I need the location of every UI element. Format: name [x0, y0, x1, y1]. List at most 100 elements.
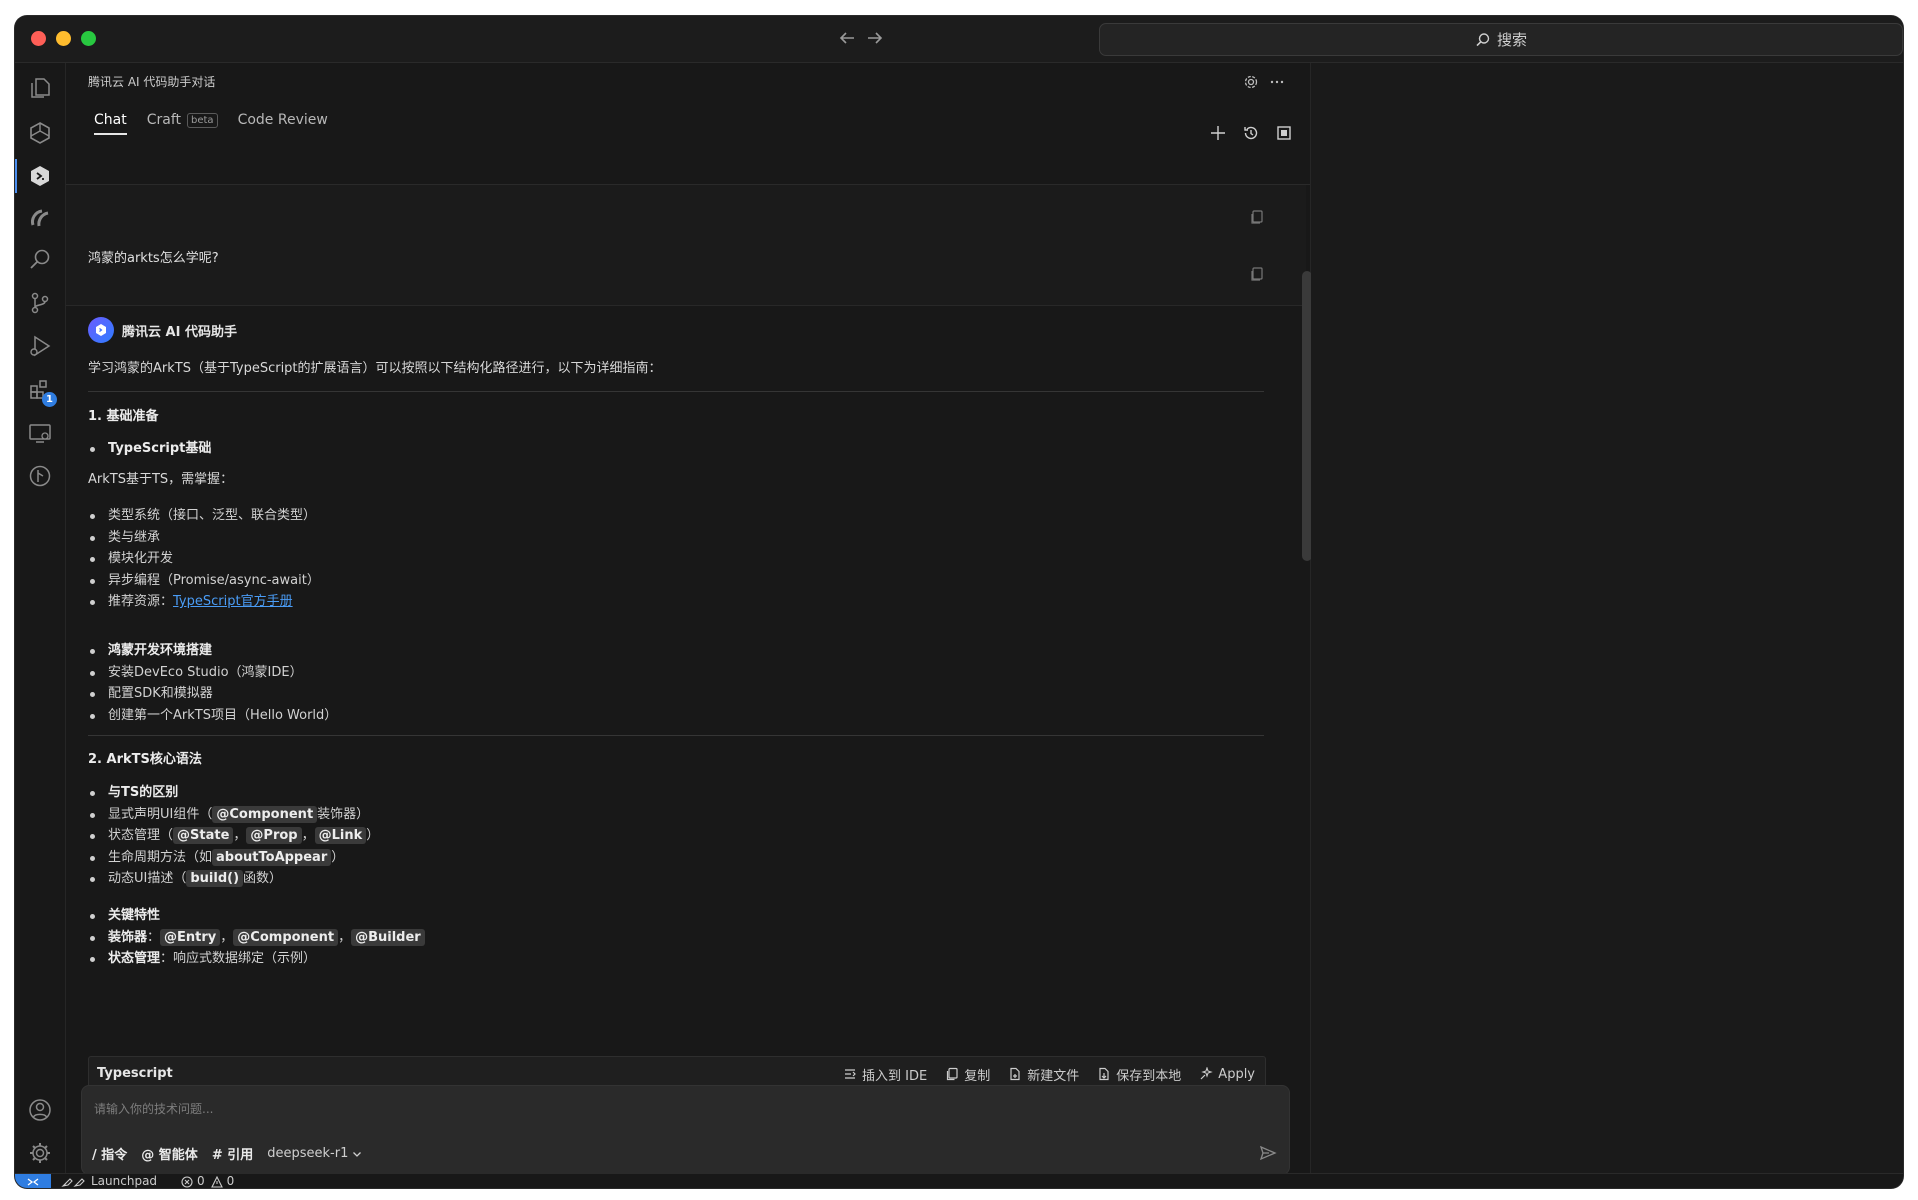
model-selector[interactable]: deepseek-r1 [267, 1146, 363, 1161]
user-question-text: 鸿蒙的arkts怎么学呢? [88, 251, 219, 266]
assistant-avatar [88, 317, 114, 343]
list-item: 生命周期方法（如 aboutToAppear） [88, 847, 379, 869]
maximize-window-button[interactable] [81, 31, 96, 46]
list-item: 动态UI描述（ build() 函数） [88, 868, 379, 890]
list-item-text: ：响应式数据绑定（示例） [160, 951, 317, 966]
list-item: TypeScript基础 [88, 438, 211, 460]
feature-label: 状态管理 [108, 951, 161, 966]
list-item: 异步编程（Promise/async-await） [88, 570, 320, 592]
list-item-text: 与TS的区别 [108, 785, 179, 800]
send-icon [1259, 1145, 1277, 1161]
list-item-text: 状态管理（ [108, 828, 174, 843]
tab-code-review-label: Code Review [237, 112, 328, 128]
extensions-badge: 1 [42, 392, 57, 407]
save-local-button[interactable]: 保存到本地 [1097, 1065, 1181, 1084]
new-file-label: 新建文件 [1027, 1068, 1080, 1084]
status-bar: Launchpad 0 0 [15, 1173, 1903, 1188]
list-item-text: 类型系统（接口、泛型、联合类型） [108, 508, 317, 523]
separator: ， [338, 929, 352, 945]
user-question-block: 鸿蒙的arkts怎么学呢? [66, 185, 1306, 306]
inline-code: @Component [212, 805, 318, 823]
remote-indicator[interactable] [15, 1174, 51, 1188]
new-file-button[interactable]: 新建文件 [1008, 1065, 1079, 1084]
copy-code-button[interactable]: 复制 [945, 1065, 990, 1084]
apply-label: Apply [1218, 1066, 1255, 1082]
separator: ， [301, 828, 315, 843]
remote-icon [27, 1177, 39, 1186]
assistant-answer: 腾讯云 AI 代码助手 学习鸿蒙的ArkTS（基于TypeScript的扩展语言… [88, 315, 1264, 966]
list-item-text: 关键特性 [108, 908, 161, 923]
error-icon [181, 1175, 193, 1188]
chat-tabs: Chat Craft beta Code Review [86, 105, 340, 135]
close-window-button[interactable] [31, 31, 46, 46]
list-item: 推荐资源：TypeScript官方手册 [88, 591, 320, 613]
activity-bar: 1 [15, 63, 66, 1173]
files-icon[interactable] [15, 63, 65, 113]
divider [88, 735, 1264, 736]
section-1-paragraph: ArkTS基于TS，需掌握： [88, 472, 234, 487]
run-debug-icon[interactable] [15, 321, 65, 371]
chevron-down-icon [353, 1151, 362, 1157]
warning-icon [210, 1175, 223, 1188]
tab-code-review[interactable]: Code Review [230, 105, 336, 135]
list-item-text: 装饰器） [317, 806, 370, 822]
list-item: 装饰器： @Entry， @Component， @Builder [88, 927, 425, 949]
send-button[interactable] [1257, 1142, 1279, 1164]
feature-label: 装饰器 [108, 929, 148, 945]
list-item-text: 异步编程（Promise/async-await） [108, 572, 320, 588]
insert-to-ide-label: 插入到 IDE [862, 1068, 928, 1084]
answer-intro: 学习鸿蒙的ArkTS（基于TypeScript的扩展语言）可以按照以下结构化路径… [88, 361, 662, 376]
problems-item[interactable]: 0 0 [181, 1174, 234, 1188]
insert-to-ide-button[interactable]: 插入到 IDE [843, 1065, 927, 1084]
new-file-icon [1010, 1067, 1020, 1081]
save-file-icon [1099, 1067, 1109, 1081]
command-search-box[interactable]: 搜索 [1099, 23, 1903, 56]
forward-arrow-icon[interactable] [863, 26, 887, 50]
divider [88, 391, 1264, 392]
separator: ： [147, 929, 161, 945]
warning-count: 0 [226, 1174, 235, 1188]
chat-input[interactable] [92, 1096, 1196, 1122]
assistant-name: 腾讯云 AI 代码助手 [122, 324, 237, 340]
list-item-text: 安装DevEco Studio（鸿蒙IDE） [108, 664, 303, 680]
manage-gear-icon[interactable] [15, 1128, 65, 1178]
list-item: 类型系统（接口、泛型、联合类型） [88, 505, 320, 527]
back-arrow-icon[interactable] [835, 26, 859, 50]
list-item: 安装DevEco Studio（鸿蒙IDE） [88, 662, 337, 684]
ts-topics-list: 类型系统（接口、泛型、联合类型） 类与继承 模块化开发 异步编程（Promise… [88, 505, 320, 613]
settings-gear-icon[interactable] [1240, 71, 1262, 93]
typescript-handbook-link[interactable]: TypeScript官方手册 [173, 594, 293, 609]
copy-icon[interactable] [1249, 266, 1267, 284]
separator: ， [233, 828, 247, 843]
inline-code: @Link [314, 827, 367, 844]
more-options-icon[interactable] [1266, 71, 1288, 93]
launchpad-item[interactable]: Launchpad [61, 1174, 157, 1188]
save-local-label: 保存到本地 [1116, 1068, 1182, 1084]
inline-code: aboutToAppear [212, 848, 332, 866]
reference-button[interactable]: # 引用 [212, 1144, 253, 1163]
inline-code: @Builder [351, 928, 425, 946]
apply-button[interactable]: Apply [1199, 1067, 1255, 1082]
list-item-text: ） [366, 828, 380, 843]
list-item: 状态管理：响应式数据绑定（示例） [88, 948, 425, 970]
list-item-text: 函数） [243, 871, 283, 886]
env-setup-list: 鸿蒙开发环境搭建 安装DevEco Studio（鸿蒙IDE） 配置SDK和模拟… [88, 640, 337, 726]
error-count: 0 [197, 1174, 205, 1188]
minimize-window-button[interactable] [56, 31, 71, 46]
tab-craft[interactable]: Craft beta [139, 105, 226, 135]
new-chat-plus-icon[interactable] [1207, 122, 1229, 144]
list-item-text: 显式声明UI组件（ [108, 806, 213, 822]
agent-button[interactable]: @ 智能体 [141, 1144, 198, 1163]
timeline-icon[interactable] [15, 451, 65, 501]
tab-chat-label: Chat [94, 112, 127, 128]
expand-icon[interactable] [1273, 122, 1295, 144]
list-item-text: 鸿蒙开发环境搭建 [108, 643, 213, 658]
tab-chat[interactable]: Chat [86, 105, 135, 135]
command-button[interactable]: / 指令 [92, 1144, 127, 1163]
search-label: 搜索 [1496, 31, 1527, 49]
launchpad-label: Launchpad [91, 1174, 158, 1188]
section-1-list: TypeScript基础 [88, 438, 211, 460]
list-item: 显式声明UI组件（ @Component 装饰器） [88, 804, 379, 826]
copy-icon[interactable] [1249, 209, 1267, 227]
history-icon[interactable] [1240, 122, 1262, 144]
